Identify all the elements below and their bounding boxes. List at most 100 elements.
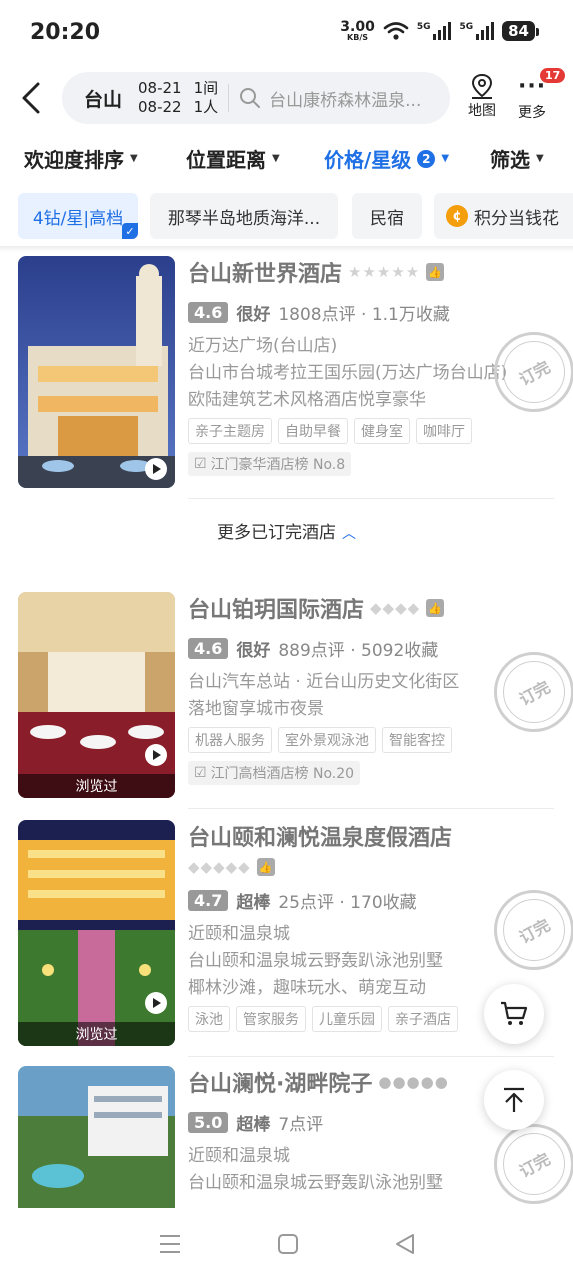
chevron-up-icon: ︿ xyxy=(342,526,356,542)
score-badge: 4.6 xyxy=(188,638,229,659)
play-icon[interactable] xyxy=(145,744,167,766)
status-time: 20:20 xyxy=(30,20,101,45)
hotel-photo[interactable]: 浏览过 xyxy=(18,820,175,1046)
cart-icon xyxy=(501,1001,528,1025)
ranking-badge[interactable]: ☑ 江门豪华酒店榜 No.8 xyxy=(188,452,352,476)
hotel-image xyxy=(18,256,175,488)
diamond-rating: ◆◆◆◆◆ xyxy=(188,858,251,876)
viewed-label: 浏览过 xyxy=(18,774,175,798)
tag: 儿童乐园 xyxy=(312,1006,382,1032)
home-icon[interactable] xyxy=(277,1233,299,1255)
hotel-photo[interactable] xyxy=(18,256,175,488)
back-arrow-icon[interactable] xyxy=(18,80,46,116)
chip-points[interactable]: ¢ 积分当钱花 xyxy=(434,193,573,239)
hotel-image xyxy=(18,1066,175,1210)
tag: 管家服务 xyxy=(236,1006,306,1032)
map-pin-icon xyxy=(471,73,493,99)
star-rating: ●●●●● xyxy=(378,1073,449,1091)
filter-chips: 4钻/星|高档 ✓ 那琴半岛地质海洋... 民宿 ¢ 积分当钱花 xyxy=(0,193,573,241)
hotel-card[interactable]: 浏览过 台山铂玥国际酒店 ◆◆◆◆ 👍 4.6 很好 889点评 · 5092收… xyxy=(18,592,554,798)
hotel-list-page: 20:20 3.00 KB/S 5G 5G 84 台山 08-21 08-22 … xyxy=(0,0,573,1280)
menu-icon[interactable] xyxy=(158,1233,182,1255)
star-rating: ★★★★★ xyxy=(348,263,421,281)
ranking-icon: ☑ xyxy=(194,456,207,472)
chip-star-level[interactable]: 4钻/星|高档 ✓ xyxy=(18,193,138,239)
wifi-icon xyxy=(383,22,409,40)
tag: 亲子主题房 xyxy=(188,418,272,444)
hotel-card[interactable]: 台山新世界酒店 ★★★★★ 👍 4.6 很好 1808点评 · 1.1万收藏 近… xyxy=(18,256,554,488)
net-speed: 3.00 KB/S xyxy=(340,19,375,42)
review-count: 7点评 xyxy=(278,1115,324,1135)
search-input[interactable]: 台山康桥森林温泉... xyxy=(269,86,429,111)
thumbs-up-icon: 👍 xyxy=(256,858,275,876)
status-bar: 20:20 3.00 KB/S 5G 5G 84 xyxy=(0,0,573,64)
sold-out-stamp: 订完 xyxy=(494,1124,573,1204)
caret-down-icon: ▼ xyxy=(272,153,280,164)
sort-distance[interactable]: 位置距离 ▼ xyxy=(186,144,280,173)
back-icon[interactable] xyxy=(394,1233,416,1255)
chip-location[interactable]: 那琴半岛地质海洋... xyxy=(150,193,338,239)
more-button[interactable]: ··· 17 更多 xyxy=(518,68,566,122)
notification-badge: 17 xyxy=(540,68,566,83)
thumbs-up-icon: 👍 xyxy=(426,599,445,617)
tag: 健身室 xyxy=(354,418,410,444)
map-button[interactable]: 地图 xyxy=(468,72,496,120)
sort-popularity[interactable]: 欢迎度排序 ▼ xyxy=(24,144,138,173)
more-booked-toggle[interactable]: 更多已订完酒店 ︿ xyxy=(0,518,573,543)
sold-out-stamp: 订完 xyxy=(494,332,573,412)
sold-out-stamp: 订完 xyxy=(494,652,573,732)
signal-icon: 5G xyxy=(417,22,452,40)
hotel-photo[interactable] xyxy=(18,1066,175,1210)
play-icon[interactable] xyxy=(145,992,167,1014)
ranking-badge[interactable]: ☑ 江门高档酒店榜 No.20 xyxy=(188,761,361,785)
room-guest-count[interactable]: 1间 1人 xyxy=(194,79,219,117)
hotel-name[interactable]: 台山铂玥国际酒店 ◆◆◆◆ 👍 xyxy=(188,592,554,624)
hotel-card[interactable]: 台山澜悦·湖畔院子 ●●●●● 5.0 超棒 7点评 近颐和温泉城 台山颐和温泉… xyxy=(18,1066,554,1210)
chip-homestay[interactable]: 民宿 xyxy=(352,193,422,239)
search-header: 台山 08-21 08-22 1间 1人 台山康桥森林温泉... 地图 ··· … xyxy=(0,66,573,128)
signal-icon: 5G xyxy=(459,22,495,40)
tag: 泳池 xyxy=(188,1006,230,1032)
search-box[interactable]: 台山 08-21 08-22 1间 1人 台山康桥森林温泉... xyxy=(62,72,450,124)
check-icon: ✓ xyxy=(122,223,138,239)
score-badge: 5.0 xyxy=(188,1112,229,1133)
battery-icon: 84 xyxy=(502,21,539,41)
hotel-tags: 亲子主题房 自助早餐 健身室 咖啡厅 xyxy=(188,418,554,444)
caret-down-icon: ▼ xyxy=(536,153,544,164)
tag: 机器人服务 xyxy=(188,727,272,753)
hotel-tags: 机器人服务 室外景观泳池 智能客控 xyxy=(188,727,554,753)
caret-down-icon: ▼ xyxy=(130,153,138,164)
hotel-photo[interactable]: 浏览过 xyxy=(18,592,175,798)
hotel-card[interactable]: 浏览过 台山颐和澜悦温泉度假酒店 ◆◆◆◆◆ 👍 4.7 超棒 25点评 · 1… xyxy=(18,820,554,1046)
sort-bar: 欢迎度排序 ▼ 位置距离 ▼ 价格/星级 2 ▼ 筛选 ▼ xyxy=(0,136,573,180)
sold-out-stamp: 订完 xyxy=(494,890,573,970)
review-count: 889点评 · 5092收藏 xyxy=(278,641,439,661)
sort-filter[interactable]: 筛选 ▼ xyxy=(490,144,544,173)
thumbs-up-icon: 👍 xyxy=(426,263,445,281)
tag: 亲子酒店 xyxy=(388,1006,458,1032)
play-icon[interactable] xyxy=(145,458,167,480)
hotel-name[interactable]: 台山新世界酒店 ★★★★★ 👍 xyxy=(188,256,554,288)
cart-button[interactable] xyxy=(484,984,544,1044)
score-badge: 4.7 xyxy=(188,890,229,911)
tag: 室外景观泳池 xyxy=(278,727,376,753)
date-range[interactable]: 08-21 08-22 xyxy=(138,79,182,117)
review-count: 1808点评 · 1.1万收藏 xyxy=(278,305,450,325)
sort-price-star[interactable]: 价格/星级 2 ▼ xyxy=(324,144,449,173)
search-icon xyxy=(240,88,261,108)
hotel-name[interactable]: 台山颐和澜悦温泉度假酒店 xyxy=(188,820,554,852)
price-star-count-badge: 2 xyxy=(417,149,436,168)
tag: 智能客控 xyxy=(382,727,452,753)
ranking-icon: ☑ xyxy=(194,765,207,781)
score-badge: 4.6 xyxy=(188,302,229,323)
caret-down-icon: ▼ xyxy=(441,153,450,164)
city-label[interactable]: 台山 xyxy=(84,85,122,112)
arrow-up-icon xyxy=(504,1087,524,1112)
tag: 咖啡厅 xyxy=(416,418,472,444)
hotel-image xyxy=(18,592,175,798)
diamond-rating: ◆◆◆◆ xyxy=(370,599,421,617)
tag: 自助早餐 xyxy=(278,418,348,444)
review-count: 25点评 · 170收藏 xyxy=(278,893,417,913)
coin-icon: ¢ xyxy=(446,205,468,227)
back-to-top-button[interactable] xyxy=(484,1070,544,1130)
